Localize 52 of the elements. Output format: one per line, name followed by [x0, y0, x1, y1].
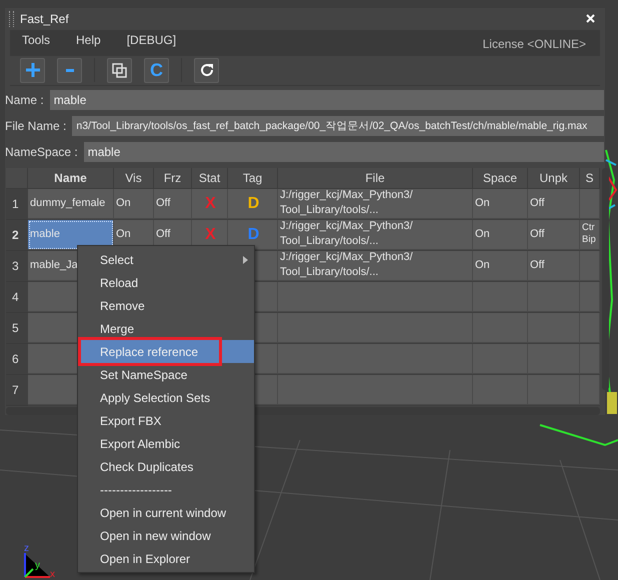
text-field[interactable]: n3/Tool_Library/tools/os_fast_ref_batch_package/00_작업문서/02_QA/os_batchTest/ch/mable/mable_rig.max — [72, 116, 604, 136]
column-header[interactable]: Unpk — [528, 168, 580, 189]
text-field[interactable]: mable — [50, 90, 604, 110]
column-header[interactable]: Vis — [114, 168, 154, 189]
column-header[interactable]: Name — [28, 168, 114, 189]
field-label: NameSpace : — [5, 144, 78, 159]
tag-label: D — [248, 196, 260, 211]
menu-item[interactable]: ------------------ — [78, 478, 254, 501]
status-mark: X — [205, 226, 216, 242]
window-title: Fast_Ref — [20, 12, 70, 26]
menu-item[interactable]: Tools — [22, 32, 50, 47]
table-cell: On — [114, 188, 154, 219]
menu-item[interactable]: Open in Explorer — [78, 547, 254, 570]
column-header[interactable]: File — [278, 168, 473, 189]
table-cell: On — [473, 220, 528, 250]
table-cell: dummy_female — [28, 188, 114, 219]
menu-item[interactable]: Apply Selection Sets — [78, 386, 254, 409]
table-cell: On — [473, 250, 528, 281]
table-cell: Off — [528, 188, 580, 219]
menu-item[interactable]: Check Duplicates — [78, 455, 254, 478]
menu-item[interactable]: Help — [76, 32, 101, 47]
menu-item[interactable]: Open in new window — [78, 524, 254, 547]
column-header[interactable]: Tag — [228, 168, 278, 189]
menu-item[interactable]: Export Alembic — [78, 432, 254, 455]
menu-item[interactable]: [DEBUG] — [126, 32, 176, 47]
menu-item[interactable]: Open in current window — [78, 501, 254, 524]
column-header[interactable]: S — [580, 168, 600, 189]
axis-label: z — [24, 543, 29, 554]
cell-text: Ctr Bip — [582, 222, 596, 246]
menu-item[interactable]: Remove — [78, 294, 254, 317]
license-status: License <ONLINE> — [482, 36, 586, 51]
field-label: Name : — [5, 93, 44, 108]
text-field[interactable]: mable — [84, 142, 604, 162]
table-cell: J:/rigger_kcj/Max_Python3/ Tool_Library/tools/... — [278, 220, 473, 250]
axis-label: y — [35, 560, 40, 571]
column-header[interactable]: Space — [473, 168, 528, 189]
menu-item[interactable]: Set NameSpace — [78, 363, 254, 386]
table-cell: On — [473, 188, 528, 219]
table-cell: Off — [528, 220, 580, 250]
table-cell: J:/rigger_kcj/Max_Python3/ Tool_Library/tools/... — [278, 250, 473, 281]
column-header[interactable]: Frz — [154, 168, 192, 189]
table-cell: Off — [528, 250, 580, 281]
menu-item[interactable]: Merge — [78, 317, 254, 340]
table-cell: mable — [28, 220, 114, 250]
status-mark: X — [205, 196, 216, 211]
column-header[interactable]: Stat — [192, 168, 228, 189]
table-cell: J:/rigger_kcj/Max_Python3/ Tool_Library/tools/... — [278, 188, 473, 219]
field-label: File Name : — [5, 118, 66, 133]
axis-label: x — [50, 569, 55, 580]
table-cell: Off — [154, 188, 192, 219]
tag-label: D — [248, 226, 260, 242]
menu-item[interactable]: Export FBX — [78, 409, 254, 432]
